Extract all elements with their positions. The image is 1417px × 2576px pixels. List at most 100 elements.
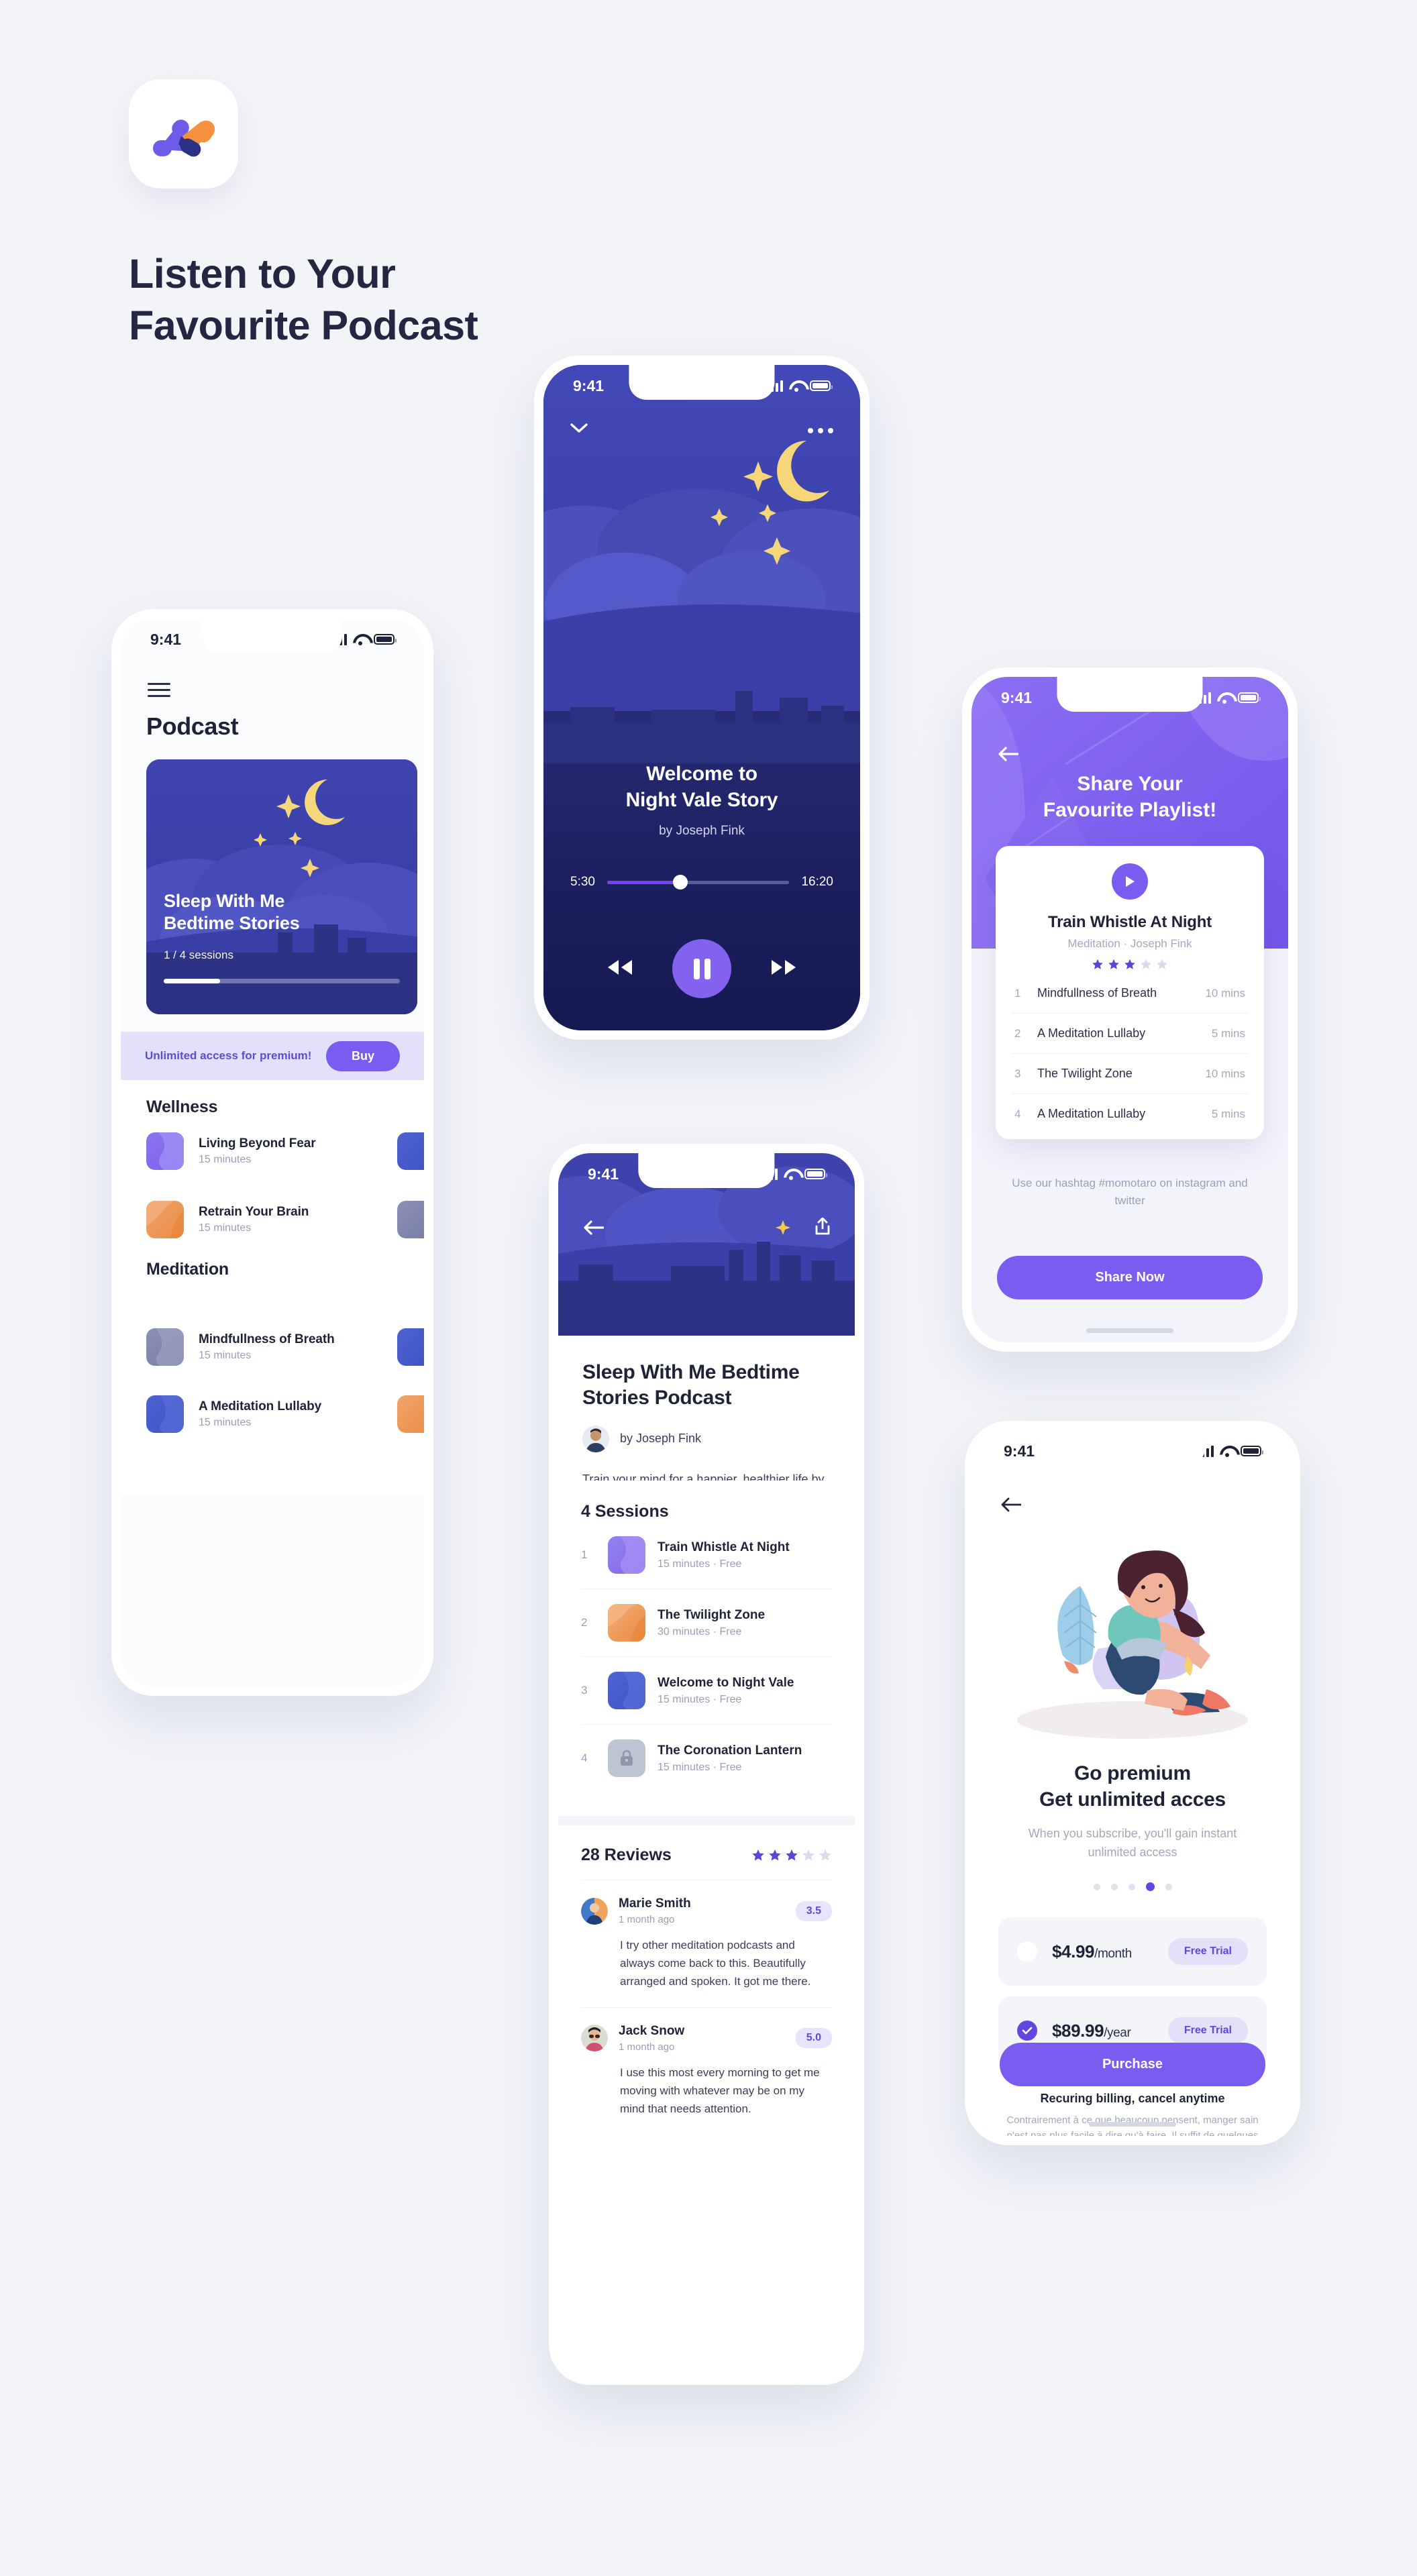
radio-unselected-icon[interactable] <box>1017 1941 1037 1962</box>
reviewer-name: Jack Snow <box>619 2023 685 2038</box>
session-number: 4 <box>581 1752 588 1764</box>
review-body: I use this most every morning to get me … <box>620 2065 820 2115</box>
session-title: The Twilight Zone <box>658 1607 766 1622</box>
item-thumbnail-offscreen[interactable] <box>397 1132 424 1170</box>
notch <box>1057 677 1203 712</box>
item-thumbnail <box>146 1395 184 1433</box>
featured-podcast-card[interactable]: Sleep With Me Bedtime Stories 1 / 4 sess… <box>146 759 417 1014</box>
session-row[interactable]: 3 Welcome to Night Vale 15 minutes · Fre… <box>581 1657 832 1725</box>
item-meta: 15 minutes <box>199 1350 252 1361</box>
hashtag-note: Use our hashtag #momotaro on instagram a… <box>1012 1177 1248 1208</box>
detail-title: Sleep With Me Bedtime Stories Podcast <box>582 1361 800 1409</box>
list-item[interactable]: Living Beyond Fear 15 minutes <box>146 1132 316 1170</box>
track-row[interactable]: 4 A Meditation Lullaby 5 mins <box>1012 1094 1248 1134</box>
purchase-button[interactable]: Purchase <box>1000 2043 1265 2086</box>
track-duration: 10 mins <box>1205 1067 1245 1080</box>
track-row[interactable]: 3 The Twilight Zone 10 mins <box>1012 1054 1248 1094</box>
promo-text: Unlimited access for premium! <box>145 1049 312 1062</box>
battery-icon <box>1241 1446 1263 1456</box>
pager-dot[interactable] <box>1093 1884 1100 1890</box>
duration-time: 16:20 <box>801 875 833 889</box>
more-horizontal-icon[interactable] <box>808 428 833 433</box>
wifi-icon <box>789 380 804 392</box>
session-row[interactable]: 1 Train Whistle At Night 15 minutes · Fr… <box>581 1521 832 1589</box>
track-title: A Meditation Lullaby <box>1037 1107 1146 1120</box>
track-title: A Meditation Lullaby <box>1037 1026 1146 1040</box>
status-time: 9:41 <box>150 630 182 648</box>
seek-handle[interactable] <box>672 875 688 890</box>
arrow-left-icon[interactable] <box>998 747 1019 765</box>
wifi-icon <box>784 1169 798 1180</box>
rewind-icon[interactable] <box>607 959 633 979</box>
share-now-button[interactable]: Share Now <box>997 1256 1263 1299</box>
session-meta: 15 minutes · Free <box>658 1558 742 1570</box>
play-icon[interactable] <box>1112 863 1148 900</box>
list-item[interactable]: Mindfullness of Breath 15 minutes <box>146 1328 335 1366</box>
arrow-left-icon[interactable] <box>584 1220 605 1238</box>
session-row[interactable]: 2 The Twilight Zone 30 minutes · Free <box>581 1589 832 1657</box>
track-duration: 5 mins <box>1211 1026 1245 1040</box>
arrow-left-icon[interactable] <box>1001 1497 1022 1515</box>
status-time: 9:41 <box>588 1165 619 1183</box>
session-title: The Coronation Lantern <box>658 1743 802 1758</box>
session-number: 2 <box>581 1616 588 1629</box>
session-thumbnail <box>608 1536 645 1574</box>
list-item[interactable]: Retrain Your Brain 15 minutes <box>146 1201 309 1238</box>
reviews-heading: 28 Reviews <box>581 1845 672 1864</box>
sparkle-icon <box>776 1220 790 1238</box>
track-title: Mindfullness of Breath <box>1037 986 1157 1000</box>
session-meta: 30 minutes · Free <box>658 1625 742 1638</box>
avatar <box>581 2025 608 2052</box>
pager-dot[interactable] <box>1128 1884 1135 1890</box>
seek-track[interactable] <box>607 875 790 890</box>
battery-icon <box>804 1169 827 1179</box>
item-title: Retrain Your Brain <box>199 1205 309 1219</box>
battery-icon <box>374 634 397 645</box>
premium-subtitle: When you subscribe, you'll gain instant … <box>1028 1827 1237 1859</box>
item-thumbnail-offscreen[interactable] <box>397 1328 424 1366</box>
momotaro-logo-icon <box>129 79 238 189</box>
phone-podcast-list: 9:41 Podcast Sleep With Me Bedtime Stori… <box>111 609 433 1696</box>
list-item[interactable]: A Meditation Lullaby 15 minutes <box>146 1395 321 1433</box>
rating-stars <box>751 1849 832 1862</box>
track-number: 3 <box>1014 1067 1021 1080</box>
status-time: 9:41 <box>1004 1442 1035 1460</box>
pager-dots[interactable] <box>974 1882 1291 1891</box>
pager-dot-active[interactable] <box>1145 1882 1155 1891</box>
session-meta: 15 minutes · Free <box>658 1693 742 1705</box>
track-row[interactable]: 1 Mindfullness of Breath 10 mins <box>1012 973 1248 1014</box>
item-thumbnail-offscreen[interactable] <box>397 1201 424 1238</box>
featured-card-progress[interactable] <box>164 979 400 983</box>
plan-monthly[interactable]: $4.99/month Free Trial <box>998 1917 1267 1986</box>
podcast-page-title: Podcast <box>146 712 239 740</box>
share-title: Share Your Favourite Playlist! <box>1043 773 1217 821</box>
phone-podcast-detail: 9:41 Sleep With Me Bedtime Stories Podca… <box>549 1144 864 2385</box>
radio-selected-icon[interactable] <box>1017 2021 1037 2041</box>
sessions-heading: 4 Sessions <box>581 1502 669 1521</box>
notch <box>1059 1430 1206 1465</box>
item-thumbnail-offscreen[interactable] <box>397 1395 424 1433</box>
track-row[interactable]: 2 A Meditation Lullaby 5 mins <box>1012 1014 1248 1054</box>
pager-dot[interactable] <box>1165 1884 1172 1890</box>
battery-icon <box>810 380 833 391</box>
share-upload-icon[interactable] <box>815 1217 831 1238</box>
track-number: 1 <box>1014 986 1021 1000</box>
session-row-locked[interactable]: 4 The Coronation Lantern 15 minutes · Fr… <box>581 1725 832 1792</box>
pause-icon[interactable] <box>672 939 731 998</box>
track-duration: 5 mins <box>1211 1107 1245 1120</box>
review-score: 3.5 <box>795 1900 832 1921</box>
item-meta: 15 minutes <box>199 1417 252 1428</box>
chevron-down-icon[interactable] <box>570 423 588 437</box>
player-seek-bar[interactable]: 5:30 16:20 <box>570 875 833 890</box>
playlist-card: Train Whistle At Night Meditation · Jose… <box>996 846 1264 1139</box>
free-trial-badge: Free Trial <box>1167 2017 1248 2044</box>
playlist-subtitle: Meditation · Joseph Fink <box>1067 937 1192 950</box>
notch <box>629 365 775 400</box>
review-item: Marie Smith 1 month ago 3.5 I try other … <box>581 1880 832 2008</box>
hamburger-icon[interactable] <box>148 683 170 698</box>
buy-button[interactable]: Buy <box>325 1040 400 1071</box>
pager-dot[interactable] <box>1110 1884 1118 1890</box>
fast-forward-icon[interactable] <box>770 959 797 979</box>
wifi-icon <box>1220 1446 1235 1457</box>
review-body: I try other meditation podcasts and alwa… <box>620 1939 811 1988</box>
